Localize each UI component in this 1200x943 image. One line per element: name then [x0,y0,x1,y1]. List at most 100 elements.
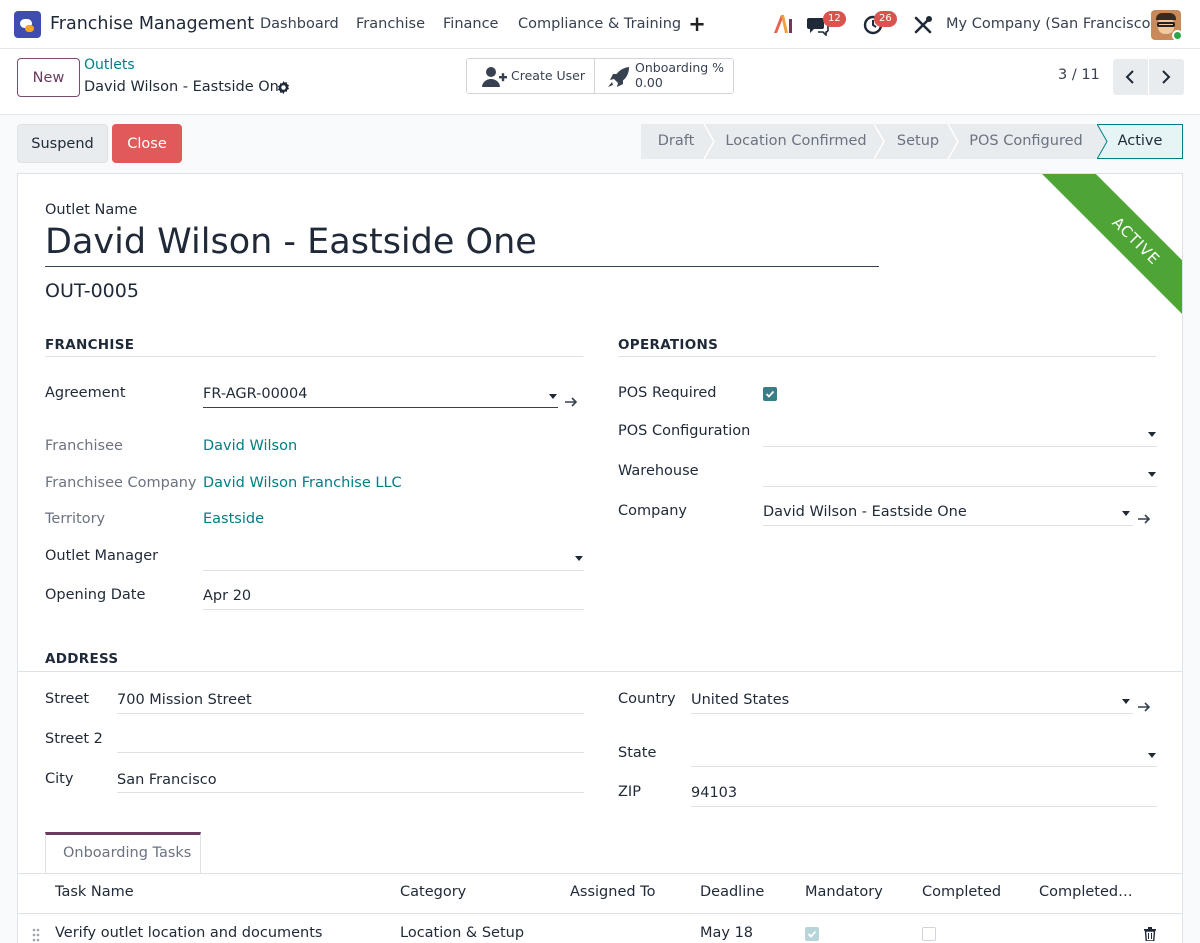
column-mandatory[interactable]: Mandatory [805,884,883,900]
company-underline [763,525,1133,526]
plus-icon[interactable]: + [688,13,706,35]
street-underline [117,713,584,714]
company-switcher[interactable]: My Company (San Francisco) [946,0,1156,49]
section-divider [45,356,583,357]
add-user-icon [482,67,507,87]
zip-field[interactable]: 94103 [691,785,737,801]
street2-label: Street 2 [45,731,103,747]
form-sheet: ACTIVE Outlet Name David Wilson - Eastsi… [17,173,1183,943]
city-label: City [45,771,74,787]
tools-icon[interactable] [912,14,934,36]
stage-location-confirmed[interactable]: Location Confirmed [711,124,881,159]
task-name-cell[interactable]: Verify outlet location and documents [55,925,322,941]
app-logo-icon[interactable] [14,11,41,38]
stage-draft[interactable]: Draft [641,124,711,159]
chevron-down-icon[interactable] [1122,511,1130,516]
suspend-button[interactable]: Suspend [17,124,108,163]
completed-checkbox[interactable] [922,927,936,941]
checkmark-icon [765,390,775,398]
category-cell[interactable]: Location & Setup [400,925,524,941]
agreement-label: Agreement [45,385,126,401]
street-field[interactable]: 700 Mission Street [117,692,252,708]
ai-icon[interactable] [772,12,794,36]
territory-link[interactable]: Eastside [203,511,264,527]
create-user-button[interactable]: Create User [467,59,595,93]
trash-icon[interactable] [1144,927,1156,941]
company-field[interactable]: David Wilson - Eastside One [763,504,967,520]
pos-configuration-underline [763,446,1157,447]
onboarding-percent-label: Onboarding % [635,60,725,75]
stage-separator [1097,124,1108,159]
franchisee-company-link[interactable]: David Wilson Franchise LLC [203,475,402,491]
pager-previous-button[interactable] [1113,59,1148,95]
chevron-down-icon[interactable] [575,556,583,561]
state-underline [691,766,1157,767]
street-label: Street [45,691,90,707]
city-underline [117,792,584,793]
ribbon-label: ACTIVE [1037,174,1182,340]
gear-icon[interactable] [276,80,291,95]
outlet-name-underline [45,266,879,267]
tab-onboarding-tasks[interactable]: Onboarding Tasks [45,832,201,873]
zip-label: ZIP [618,784,641,800]
breadcrumb-current-record: David Wilson - Eastside One [84,79,288,95]
chevron-down-icon[interactable] [1122,699,1130,704]
country-field[interactable]: United States [691,692,789,708]
table-header-divider [18,913,1182,914]
smart-buttons: Create User Onboarding % 0.00 [466,58,734,94]
deadline-cell[interactable]: May 18 [700,925,753,941]
onboarding-percent-button[interactable]: Onboarding % 0.00 [595,59,733,93]
city-field[interactable]: San Francisco [117,772,217,788]
column-task-name[interactable]: Task Name [55,884,134,900]
stage-setup[interactable]: Setup [881,124,955,159]
pager-next-button[interactable] [1149,59,1184,95]
agreement-underline [203,407,558,408]
chevron-down-icon[interactable] [1148,432,1156,437]
app-title[interactable]: Franchise Management [50,0,254,49]
territory-label: Territory [45,511,106,527]
column-deadline[interactable]: Deadline [700,884,764,900]
internal-link-arrow-icon[interactable] [1137,513,1151,525]
pos-configuration-label: POS Configuration [618,423,751,439]
menu-compliance-training[interactable]: Compliance & Training [518,0,681,49]
close-button[interactable]: Close [112,124,182,163]
column-category[interactable]: Category [400,884,466,900]
column-assigned-to[interactable]: Assigned To [570,884,655,900]
stage-separator [948,124,959,159]
opening-date-label: Opening Date [45,587,146,603]
pos-required-checkbox[interactable] [763,387,777,401]
drag-handle-icon[interactable] [32,928,40,942]
outlet-name-input[interactable]: David Wilson - Eastside One [45,222,537,262]
mandatory-checkbox[interactable] [805,927,819,941]
agreement-field[interactable]: FR-AGR-00004 [203,386,308,402]
chevron-down-icon[interactable] [549,394,557,399]
outlet-code: OUT-0005 [45,280,139,302]
franchisee-link[interactable]: David Wilson [203,438,297,454]
internal-link-arrow-icon[interactable] [1137,701,1151,713]
franchise-section-title: FRANCHISE [45,337,135,353]
stage-pos-configured[interactable]: POS Configured [955,124,1097,159]
messages-count-badge: 12 [823,11,846,27]
menu-franchise[interactable]: Franchise [356,0,425,49]
opening-date-field[interactable]: Apr 20 [203,588,251,604]
status-ribbon: ACTIVE [1006,174,1182,352]
chevron-down-icon[interactable] [1148,472,1156,477]
address-section-title: ADDRESS [45,651,119,667]
avatar-glasses [1157,22,1175,27]
column-completed[interactable]: Completed [922,884,1001,900]
menu-dashboard[interactable]: Dashboard [260,0,339,49]
menu-finance[interactable]: Finance [443,0,498,49]
country-underline [691,713,1133,714]
breadcrumb-outlets-link[interactable]: Outlets [84,57,135,73]
new-button[interactable]: New [17,58,80,97]
avatar-hair [1156,13,1176,20]
chevron-down-icon[interactable] [1148,753,1156,758]
pager-value[interactable]: 3 / 11 [1058,67,1100,83]
internal-link-arrow-icon[interactable] [564,396,578,408]
stage-separator [704,124,715,159]
column-completed-on[interactable]: Completed… [1039,884,1133,900]
franchisee-label: Franchisee [45,438,123,454]
activities-count-badge: 26 [874,11,897,27]
outlet-manager-label: Outlet Manager [45,548,159,564]
chevron-right-icon [1162,70,1171,84]
